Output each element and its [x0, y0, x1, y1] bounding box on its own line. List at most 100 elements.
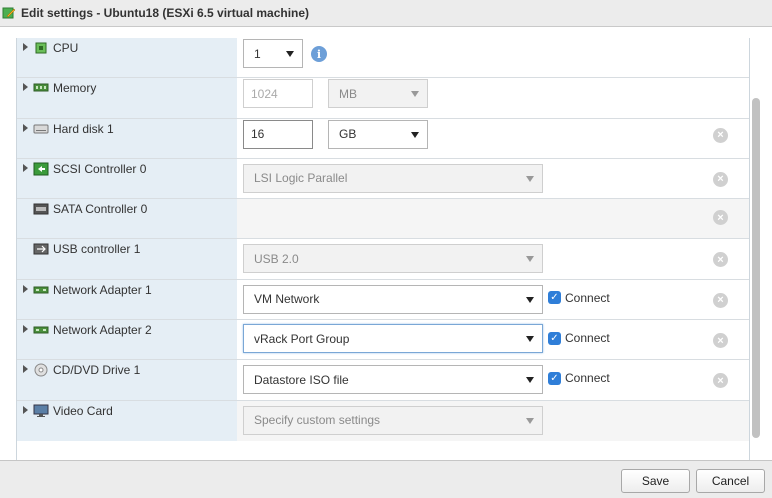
- vm-edit-icon: [2, 7, 16, 19]
- connect-label: Connect: [565, 290, 610, 305]
- device-label-cell: Memory: [17, 78, 237, 118]
- chevron-down-icon: [526, 296, 534, 303]
- expand-caret-icon[interactable]: [23, 43, 28, 51]
- chevron-down-icon: [526, 377, 534, 384]
- remove-device-icon[interactable]: ×: [713, 127, 728, 143]
- info-icon[interactable]: i: [311, 46, 327, 62]
- device-row-cd-dvd-drive: CD/DVD Drive 1 Datastore ISO file ✓ Conn…: [17, 360, 749, 401]
- device-label: CD/DVD Drive 1: [53, 363, 141, 378]
- disk-unit-select[interactable]: GB: [328, 119, 428, 149]
- device-row-usb-controller: USB controller 1 USB 2.0 ×: [17, 239, 749, 280]
- chevron-down-icon: [411, 131, 419, 138]
- device-label-cell: CD/DVD Drive 1: [17, 360, 237, 400]
- expand-caret-icon[interactable]: [23, 284, 28, 293]
- device-label-cell: Network Adapter 1: [17, 279, 237, 320]
- usb-controller-type-value: USB 2.0: [254, 251, 299, 266]
- connect-label: Connect: [565, 371, 610, 386]
- device-label-cell: SCSI Controller 0: [17, 158, 237, 199]
- device-value-cell: 1024 MB: [237, 78, 749, 118]
- network-adapter-icon: [33, 286, 49, 294]
- device-label: Network Adapter 1: [53, 282, 152, 297]
- sata-controller-icon: [33, 203, 49, 215]
- device-label: SCSI Controller 0: [53, 161, 147, 176]
- remove-device-icon[interactable]: ×: [713, 292, 728, 308]
- device-label-cell: Hard disk 1: [17, 118, 237, 158]
- chevron-down-icon: [526, 175, 534, 182]
- connect-checkbox[interactable]: ✓: [548, 291, 561, 305]
- memory-size-input[interactable]: 1024: [243, 79, 313, 109]
- expand-caret-icon[interactable]: [23, 83, 28, 92]
- monitor-icon: [33, 404, 49, 417]
- device-row-memory: Memory 1024 MB: [17, 78, 749, 119]
- network-adapter-icon: [33, 326, 49, 334]
- dialog-titlebar: Edit settings - Ubuntu18 (ESXi 6.5 virtu…: [0, 0, 772, 27]
- device-row-hard-disk: Hard disk 1 16 GB ×: [17, 118, 749, 159]
- device-value-cell: VM Network ✓ Connect ×: [237, 279, 749, 320]
- remove-device-icon[interactable]: ×: [713, 373, 728, 389]
- device-label: Memory: [53, 81, 97, 96]
- device-grid: CPU 1 i Memory 1024 MB Hard disk 1 16 GB…: [16, 38, 750, 466]
- disk-size-input[interactable]: 16: [243, 119, 313, 149]
- device-row-cpu: CPU 1 i: [17, 38, 749, 79]
- disk-unit-value: GB: [339, 127, 357, 142]
- chevron-down-icon: [526, 417, 534, 424]
- remove-device-icon[interactable]: ×: [713, 252, 728, 268]
- device-value-cell: USB 2.0 ×: [237, 239, 749, 279]
- expand-caret-icon[interactable]: [23, 123, 28, 132]
- device-row-network-adapter-2: Network Adapter 2 vRack Port Group ✓ Con…: [17, 320, 749, 361]
- device-label: CPU: [53, 41, 79, 55]
- hard-disk-icon: [33, 124, 49, 134]
- save-button[interactable]: Save: [621, 469, 690, 493]
- scrollbar-thumb[interactable]: [752, 98, 760, 438]
- device-label: Hard disk 1: [53, 121, 114, 136]
- usb-icon: [33, 243, 49, 255]
- expand-caret-icon[interactable]: [23, 405, 28, 414]
- cpu-count-value: 1: [254, 46, 261, 61]
- network-2-connect[interactable]: ✓ Connect: [548, 331, 610, 345]
- connect-checkbox[interactable]: ✓: [548, 371, 561, 385]
- cd-dvd-connect[interactable]: ✓ Connect: [548, 371, 610, 385]
- device-row-video-card: Video Card Specify custom settings: [17, 400, 749, 441]
- network-1-select[interactable]: VM Network: [243, 284, 543, 314]
- device-label: Network Adapter 2: [53, 323, 152, 338]
- cancel-button[interactable]: Cancel: [696, 469, 765, 493]
- expand-caret-icon[interactable]: [23, 365, 28, 374]
- remove-device-icon[interactable]: ×: [713, 171, 728, 187]
- cd-dvd-source-select[interactable]: Datastore ISO file: [243, 365, 543, 395]
- device-label-cell: Video Card: [17, 400, 237, 441]
- device-value-cell: Datastore ISO file ✓ Connect ×: [237, 360, 749, 400]
- expand-caret-icon[interactable]: [23, 163, 28, 172]
- connect-checkbox[interactable]: ✓: [548, 331, 561, 345]
- network-1-connect[interactable]: ✓ Connect: [548, 291, 610, 305]
- settings-content: CPU 1 i Memory 1024 MB Hard disk 1 16 GB…: [0, 28, 772, 466]
- network-2-select[interactable]: vRack Port Group: [243, 324, 543, 354]
- memory-unit-select[interactable]: MB: [328, 79, 428, 109]
- device-value-cell: LSI Logic Parallel ×: [237, 158, 749, 199]
- device-label: Video Card: [53, 403, 113, 418]
- device-label: USB controller 1: [53, 242, 141, 257]
- device-label-cell: SATA Controller 0: [17, 199, 237, 239]
- device-value-cell: ×: [237, 199, 749, 239]
- usb-controller-type-select[interactable]: USB 2.0: [243, 244, 543, 274]
- device-row-network-adapter-1: Network Adapter 1 VM Network ✓ Connect ×: [17, 279, 749, 321]
- device-value-cell: 16 GB ×: [237, 118, 749, 158]
- device-label-cell: Network Adapter 2: [17, 320, 237, 360]
- device-value-cell: vRack Port Group ✓ Connect ×: [237, 320, 749, 360]
- chevron-down-icon: [526, 256, 534, 263]
- network-2-value: vRack Port Group: [254, 331, 350, 346]
- device-value-cell: Specify custom settings: [237, 400, 749, 441]
- cpu-count-select[interactable]: 1: [243, 39, 303, 68]
- remove-device-icon[interactable]: ×: [713, 210, 728, 226]
- video-card-settings-select[interactable]: Specify custom settings: [243, 405, 543, 435]
- remove-device-icon[interactable]: ×: [713, 333, 728, 349]
- expand-caret-icon[interactable]: [23, 325, 28, 334]
- device-value-cell: 1 i: [237, 38, 749, 78]
- device-label-cell: USB controller 1: [17, 239, 237, 279]
- device-row-scsi-controller: SCSI Controller 0 LSI Logic Parallel ×: [17, 158, 749, 200]
- device-label-cell: CPU: [17, 38, 237, 78]
- device-label: SATA Controller 0: [53, 202, 148, 217]
- memory-icon: [33, 83, 49, 92]
- scsi-controller-type-select[interactable]: LSI Logic Parallel: [243, 163, 543, 193]
- connect-label: Connect: [565, 331, 610, 346]
- chevron-down-icon: [286, 51, 294, 57]
